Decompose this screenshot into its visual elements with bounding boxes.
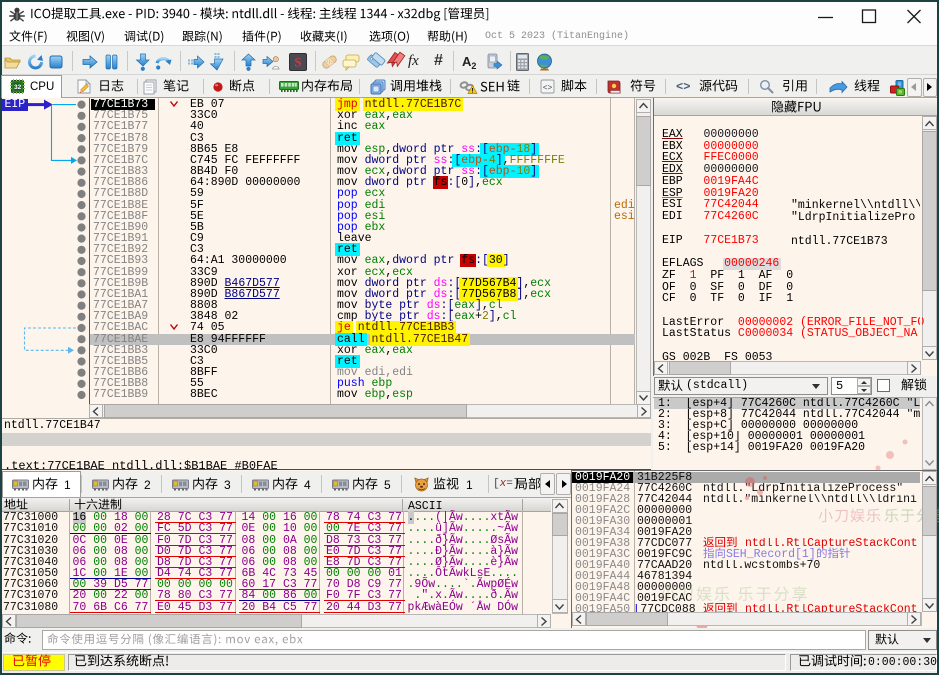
svg-text:<>: <> (543, 84, 553, 93)
svg-text:!: ! (471, 88, 473, 95)
svg-text:S: S (294, 55, 301, 70)
